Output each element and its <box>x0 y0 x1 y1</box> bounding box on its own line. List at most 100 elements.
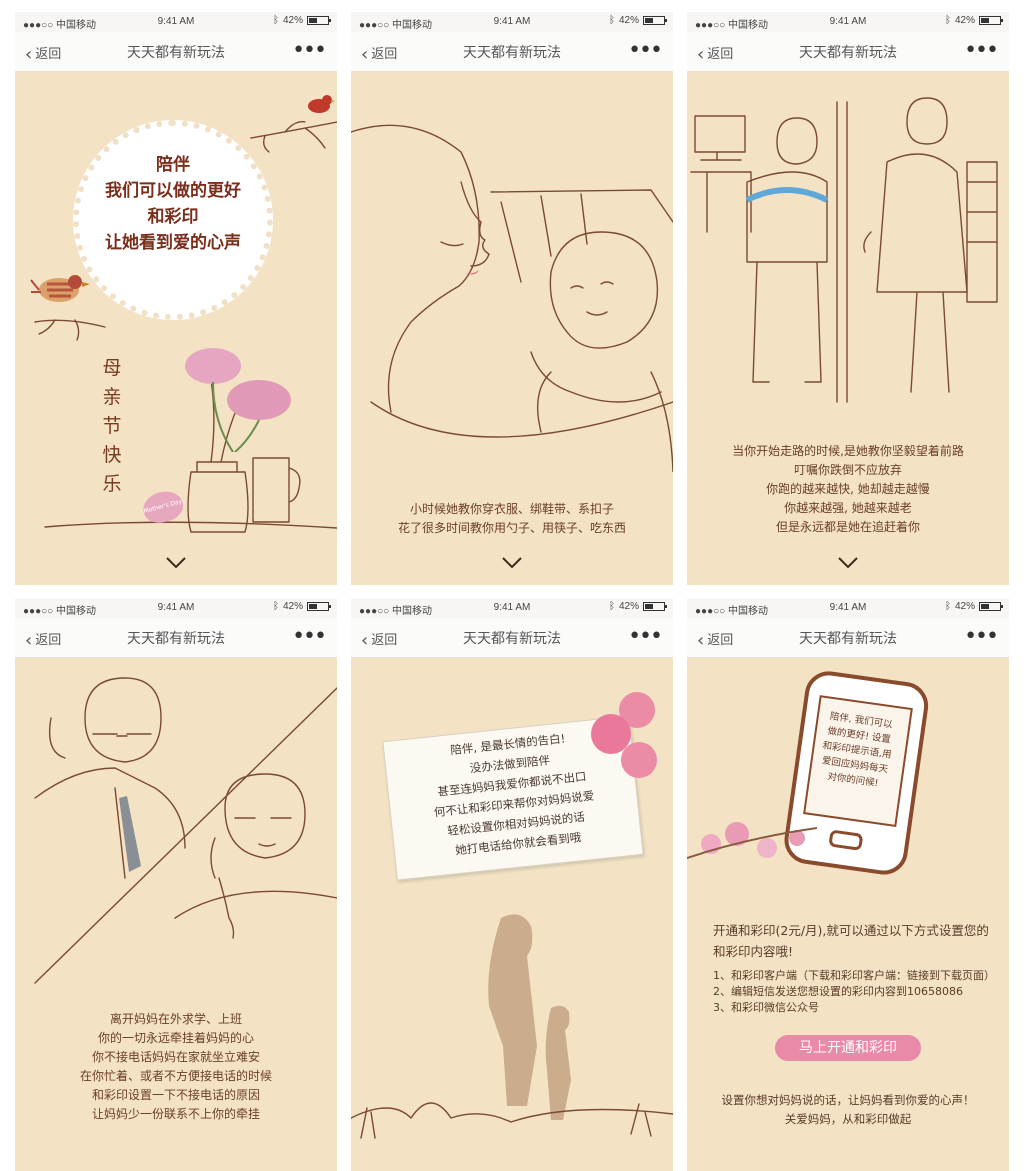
bird-illustration <box>30 275 90 302</box>
phone-call-illustration <box>34 677 337 984</box>
mother-baby-illustration <box>351 124 673 472</box>
page-content: 小时候她教你穿衣服、绑鞋带、系扣子 花了很多时间教你用勺子、用筷子、吃东西 <box>351 72 673 585</box>
vertical-greeting: 母 亲 节 快 乐 <box>101 354 123 499</box>
page-content: 陪伴, 是最长情的告白! 没办法做到陪伴 甚至连妈妈我爱你都说不出口 何不让和彩… <box>351 658 673 1171</box>
battery-icon <box>979 602 1003 611</box>
status-bar: ●●●○○ 中国移动 9:41 AM ᛒ 42% <box>687 12 1009 32</box>
chevron-down-icon[interactable] <box>501 556 523 570</box>
step-item: 3、和彩印微信公众号 <box>713 1001 819 1014</box>
page-content: 离开妈妈在外求学、上班 你的一切永远牵挂着妈妈的心 你不接电话妈妈在家就坐立难安… <box>15 658 337 1171</box>
badge-line: 和彩印 <box>147 207 199 227</box>
page-title: 天天都有新玩法 <box>799 631 897 647</box>
footer-text: 设置你想对妈妈说的话，让妈妈看到你爱的心声！ 关爱妈妈，从和彩印做起 <box>687 1091 1009 1129</box>
mother-child-silhouette <box>351 914 673 1139</box>
screen-3: ●●●○○ 中国移动 9:41 AM ᛒ 42% ‹ 返回 天天都有新玩法 ••• … <box>687 12 1009 585</box>
status-bar: ●●●○○ 中国移动 9:41 AM ᛒ 42% <box>351 598 673 618</box>
more-button[interactable]: ••• <box>964 624 999 649</box>
navbar: ‹ 返回 天天都有新玩法 ••• <box>15 618 337 658</box>
caption-line: 让妈妈少一份联系不上你的牵挂 <box>91 1107 260 1121</box>
subscribe-button[interactable]: 马上开通和彩印 <box>775 1035 921 1061</box>
bluetooth-icon: ᛒ <box>272 15 279 26</box>
navbar: ‹ 返回 天天都有新玩法 ••• <box>687 32 1009 72</box>
greeting-char: 亲 <box>102 386 122 408</box>
status-bar: ●●●○○ 中国移动 9:41 AM ᛒ 42% <box>15 12 337 32</box>
page-title: 天天都有新玩法 <box>127 45 225 61</box>
footer-line: 设置你想对妈妈说的话，让妈妈看到你爱的心声！ <box>721 1093 975 1107</box>
status-bar: ●●●○○ 中国移动 9:41 AM ᛒ 42% <box>15 598 337 618</box>
story-caption: 当你开始走路的时候,是她教你坚毅望着前路 叮嘱你跌倒不应放弃 你跑的越来越快, … <box>687 442 1009 537</box>
carnation-illustration <box>185 348 291 452</box>
greeting-char: 快 <box>102 444 122 466</box>
badge-line: 陪伴 <box>156 155 190 175</box>
bluetooth-icon: ᛒ <box>608 15 615 26</box>
battery-icon <box>979 16 1003 25</box>
navbar: ‹ 返回 天天都有新玩法 ••• <box>687 618 1009 658</box>
caption-line: 叮嘱你跌倒不应放弃 <box>793 463 902 477</box>
screen-4: ●●●○○ 中国移动 9:41 AM ᛒ 42% ‹ 返回 天天都有新玩法 ••• … <box>15 598 337 1171</box>
caption-line: 但是永远都是她在追赶着你 <box>775 520 920 534</box>
screen-1: ●●●○○ 中国移动 9:41 AM ᛒ 42% ‹ 返回 天天都有新玩法 ••• … <box>15 12 337 585</box>
greeting-char: 乐 <box>102 473 122 495</box>
caption-line: 和彩印设置一下不接电话的原因 <box>91 1088 260 1102</box>
battery-percent: 42% <box>282 15 303 26</box>
story-caption: 小时候她教你穿衣服、绑鞋带、系扣子 花了很多时间教你用勺子、用筷子、吃东西 <box>351 500 673 538</box>
caption-line: 花了很多时间教你用勺子、用筷子、吃东西 <box>397 521 626 535</box>
page-content: 当你开始走路的时候,是她教你坚毅望着前路 叮嘱你跌倒不应放弃 你跑的越来越快, … <box>687 72 1009 585</box>
badge-text: 陪伴 我们可以做的更好 和彩印 让她看到爱的心声 <box>73 152 273 256</box>
chevron-down-icon[interactable] <box>165 556 187 570</box>
page-title: 天天都有新玩法 <box>463 45 561 61</box>
step-item: 2、编辑短信发送您想设置的彩印内容到10658086 <box>713 985 963 998</box>
greeting-char: 节 <box>102 415 122 437</box>
caption-line: 离开妈妈在外求学、上班 <box>109 1012 242 1026</box>
caption-line: 你的一切永远牵挂着妈妈的心 <box>97 1031 254 1045</box>
more-button[interactable]: ••• <box>628 624 663 649</box>
battery-percent: 42% <box>954 15 975 26</box>
carnation-illustration <box>591 692 657 778</box>
caption-line: 你跑的越来越快, 她却越走越慢 <box>766 482 930 496</box>
caption-line: 在你忙着、或者不方便接电话的时候 <box>79 1069 272 1083</box>
battery-percent: 42% <box>282 601 303 612</box>
more-button[interactable]: ••• <box>964 38 999 63</box>
more-button[interactable]: ••• <box>292 624 327 649</box>
chevron-down-icon[interactable] <box>837 556 859 570</box>
bluetooth-icon: ᛒ <box>272 601 279 612</box>
battery-icon <box>643 602 667 611</box>
battery-percent: 42% <box>618 601 639 612</box>
status-bar: ●●●○○ 中国移动 9:41 AM ᛒ 42% <box>687 598 1009 618</box>
bluetooth-icon: ᛒ <box>944 601 951 612</box>
badge-line: 我们可以做的更好 <box>105 181 241 201</box>
page-title: 天天都有新玩法 <box>463 631 561 647</box>
page-content: 陪伴, 我们可以 做的更好! 设置 和彩印提示语,用 爱回应妈妈每天 对你的问候… <box>687 658 1009 1171</box>
subscription-info: 开通和彩印(2元/月),就可以通过以下方式设置您的和彩印内容哦! 1、和彩印客户… <box>713 920 995 1016</box>
navbar: ‹ 返回 天天都有新玩法 ••• <box>351 618 673 658</box>
status-bar: ●●●○○ 中国移动 9:41 AM ᛒ 42% <box>351 12 673 32</box>
battery-icon <box>307 16 331 25</box>
page-content: 陪伴 我们可以做的更好 和彩印 让她看到爱的心声 母 亲 节 快 乐 Mothe… <box>15 72 337 585</box>
page-title: 天天都有新玩法 <box>127 631 225 647</box>
bluetooth-icon: ᛒ <box>608 601 615 612</box>
intro-text: 开通和彩印(2元/月),就可以通过以下方式设置您的和彩印内容哦! <box>713 923 989 959</box>
more-button[interactable]: ••• <box>292 38 327 63</box>
page-title: 天天都有新玩法 <box>799 45 897 61</box>
navbar: ‹ 返回 天天都有新玩法 ••• <box>15 32 337 72</box>
story-caption: 离开妈妈在外求学、上班 你的一切永远牵挂着妈妈的心 你不接电话妈妈在家就坐立难安… <box>15 1010 337 1124</box>
navbar: ‹ 返回 天天都有新玩法 ••• <box>351 32 673 72</box>
caption-line: 你越来越强, 她越来越老 <box>784 501 912 515</box>
footer-line: 关爱妈妈，从和彩印做起 <box>784 1112 912 1126</box>
phone-screen-text: 陪伴, 我们可以 做的更好! 设置 和彩印提示语,用 爱回应妈妈每天 对你的问候… <box>812 708 902 793</box>
child-leaving-illustration <box>690 97 998 403</box>
badge-line: 让她看到爱的心声 <box>105 233 241 253</box>
battery-icon <box>643 16 667 25</box>
battery-percent: 42% <box>954 601 975 612</box>
step-item: 1、和彩印客户端（下载和彩印客户端：链接到下载页面） <box>713 969 995 982</box>
more-button[interactable]: ••• <box>628 38 663 63</box>
caption-line: 小时候她教你穿衣服、绑鞋带、系扣子 <box>409 502 614 516</box>
bluetooth-icon: ᛒ <box>944 15 951 26</box>
battery-icon <box>307 602 331 611</box>
battery-percent: 42% <box>618 15 639 26</box>
greeting-char: 母 <box>102 357 122 379</box>
screen-6: ●●●○○ 中国移动 9:41 AM ᛒ 42% ‹ 返回 天天都有新玩法 ••• … <box>687 598 1009 1171</box>
screen-5: ●●●○○ 中国移动 9:41 AM ᛒ 42% ‹ 返回 天天都有新玩法 ••• … <box>351 598 673 1171</box>
caption-line: 当你开始走路的时候,是她教你坚毅望着前路 <box>732 444 964 458</box>
screen-2: ●●●○○ 中国移动 9:41 AM ᛒ 42% ‹ 返回 天天都有新玩法 ••• … <box>351 12 673 585</box>
